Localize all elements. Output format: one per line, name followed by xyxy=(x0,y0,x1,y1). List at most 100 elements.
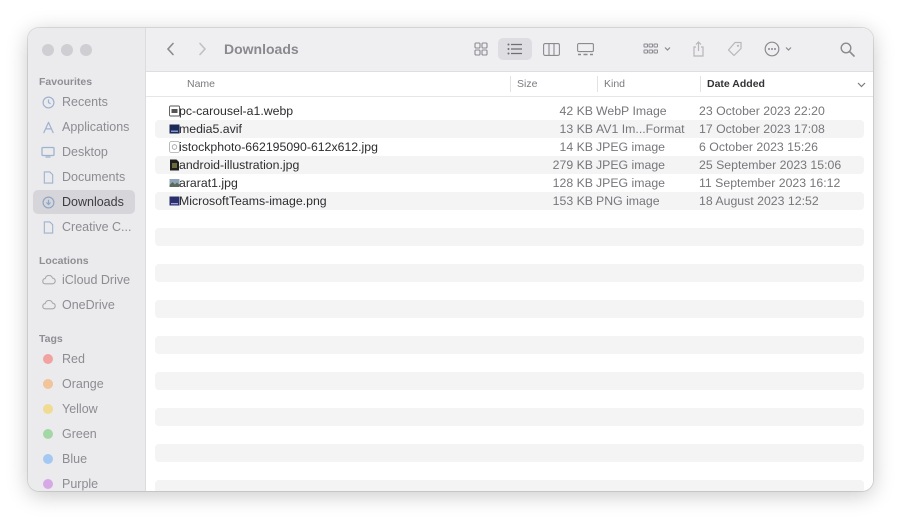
more-actions-button[interactable] xyxy=(762,38,798,60)
search-icon xyxy=(839,41,855,57)
columns-icon xyxy=(542,42,560,56)
sidebar-item-label: Documents xyxy=(62,170,126,184)
file-name: MicrosoftTeams-image.png xyxy=(179,194,327,208)
file-name: media5.avif xyxy=(179,122,242,136)
minimize-window-button[interactable] xyxy=(61,44,73,56)
file-row[interactable]: MicrosoftTeams-image.png 153 KB PNG imag… xyxy=(155,192,864,210)
sidebar-item-creative-cloud[interactable]: Creative C... xyxy=(33,215,135,239)
sidebar-item-desktop[interactable]: Desktop xyxy=(33,140,135,164)
column-kind[interactable]: Kind xyxy=(604,78,625,90)
sidebar-item-label: iCloud Drive xyxy=(62,273,131,287)
file-name: pc-carousel-a1.webp xyxy=(179,104,294,118)
file-row[interactable]: pc-carousel-a1.webp 42 KB WebP Image 23 … xyxy=(155,102,864,120)
gallery-icon xyxy=(576,42,594,55)
file-date-added: 23 October 2023 22:20 xyxy=(699,104,825,118)
sidebar-item-label: Recents xyxy=(62,95,108,109)
gallery-view-button[interactable] xyxy=(574,38,596,60)
file-kind: JPEG image xyxy=(596,158,666,172)
toolbar: Downloads xyxy=(146,28,873,72)
list-icon xyxy=(507,43,522,55)
window-controls xyxy=(42,44,92,56)
empty-row-stripe xyxy=(155,228,864,246)
ellipsis-circle-icon xyxy=(764,41,792,57)
column-name[interactable]: Name xyxy=(187,78,215,90)
tag-color-dot xyxy=(43,479,53,489)
file-row[interactable]: ararat1.jpg 128 KB JPEG image 11 Septemb… xyxy=(155,174,864,192)
file-kind: JPEG image xyxy=(596,140,666,154)
file-size: 128 KB xyxy=(552,176,593,190)
sidebar: Favourites Recents Applications Desktop … xyxy=(28,28,146,491)
locations-section-title: Locations xyxy=(39,255,89,267)
column-header: Name Size Kind Date Added xyxy=(146,72,873,97)
sidebar-item-downloads[interactable]: Downloads xyxy=(33,190,135,214)
forward-button[interactable] xyxy=(192,38,212,60)
download-icon xyxy=(40,196,56,209)
file-size: 279 KB xyxy=(552,158,593,172)
icon-view-button[interactable] xyxy=(470,38,492,60)
tag-color-dot xyxy=(43,454,53,464)
column-size[interactable]: Size xyxy=(517,78,537,90)
file-size: 13 KB xyxy=(559,122,594,136)
empty-row-stripe xyxy=(155,264,864,282)
sidebar-item-icloud-drive[interactable]: iCloud Drive xyxy=(33,268,135,292)
file-name: istockphoto-662195090-612x612.jpg xyxy=(179,140,378,154)
sidebar-tag-red[interactable]: Red xyxy=(33,347,135,371)
file-row[interactable]: media5.avif 13 KB AV1 Im...Format 17 Oct… xyxy=(155,120,864,138)
main-content: Downloads Name Size Kind Date Added pc-c… xyxy=(146,28,873,491)
clock-icon xyxy=(40,96,56,109)
file-date-added: 6 October 2023 15:26 xyxy=(699,140,818,154)
tag-color-dot xyxy=(43,429,53,439)
share-button[interactable] xyxy=(688,38,708,60)
sidebar-tag-orange[interactable]: Orange xyxy=(33,372,135,396)
tag-color-dot xyxy=(43,404,53,414)
file-kind: PNG image xyxy=(596,194,660,208)
search-button[interactable] xyxy=(836,38,858,60)
sidebar-item-onedrive[interactable]: OneDrive xyxy=(33,293,135,317)
chevron-left-icon xyxy=(166,42,174,56)
column-divider[interactable] xyxy=(597,76,598,92)
file-date-added: 17 October 2023 17:08 xyxy=(699,122,825,136)
group-icon xyxy=(643,43,671,54)
zoom-window-button[interactable] xyxy=(80,44,92,56)
sidebar-item-applications[interactable]: Applications xyxy=(33,115,135,139)
empty-row-stripe xyxy=(155,444,864,462)
sidebar-item-label: Orange xyxy=(62,377,104,391)
tag-color-dot xyxy=(43,379,53,389)
tag-color-dot xyxy=(43,354,53,364)
sidebar-tag-yellow[interactable]: Yellow xyxy=(33,397,135,421)
back-button[interactable] xyxy=(160,38,180,60)
column-divider[interactable] xyxy=(510,76,511,92)
document-icon xyxy=(40,170,56,184)
sidebar-item-label: OneDrive xyxy=(62,298,115,312)
column-divider[interactable] xyxy=(700,76,701,92)
empty-row-stripe xyxy=(155,300,864,318)
group-by-button[interactable] xyxy=(640,38,676,60)
sidebar-tag-blue[interactable]: Blue xyxy=(33,447,135,471)
sidebar-item-documents[interactable]: Documents xyxy=(33,165,135,189)
tags-section-title: Tags xyxy=(39,333,63,345)
file-date-added: 18 August 2023 12:52 xyxy=(699,194,819,208)
sidebar-item-label: Desktop xyxy=(62,145,108,159)
share-icon xyxy=(692,41,704,57)
sidebar-item-label: Red xyxy=(62,352,85,366)
file-name: ararat1.jpg xyxy=(179,176,238,190)
sidebar-item-label: Green xyxy=(62,427,97,441)
cloud-icon xyxy=(40,275,56,285)
column-view-button[interactable] xyxy=(540,38,562,60)
window-title: Downloads xyxy=(224,41,299,57)
empty-row-stripe xyxy=(155,336,864,354)
sidebar-item-label: Downloads xyxy=(62,195,124,209)
file-date-added: 25 September 2023 15:06 xyxy=(699,158,842,172)
applications-icon xyxy=(40,121,56,134)
list-view-button[interactable] xyxy=(498,38,532,60)
tags-button[interactable] xyxy=(723,38,745,60)
column-date-added[interactable]: Date Added xyxy=(707,78,765,90)
file-kind: AV1 Im...Format xyxy=(596,122,685,136)
sidebar-tag-green[interactable]: Green xyxy=(33,422,135,446)
close-window-button[interactable] xyxy=(42,44,54,56)
file-kind: WebP Image xyxy=(596,104,667,118)
file-row[interactable]: istockphoto-662195090-612x612.jpg 14 KB … xyxy=(155,138,864,156)
file-row[interactable]: android-illustration.jpg 279 KB JPEG ima… xyxy=(155,156,864,174)
sidebar-tag-purple[interactable]: Purple xyxy=(33,472,135,491)
sidebar-item-recents[interactable]: Recents xyxy=(33,90,135,114)
